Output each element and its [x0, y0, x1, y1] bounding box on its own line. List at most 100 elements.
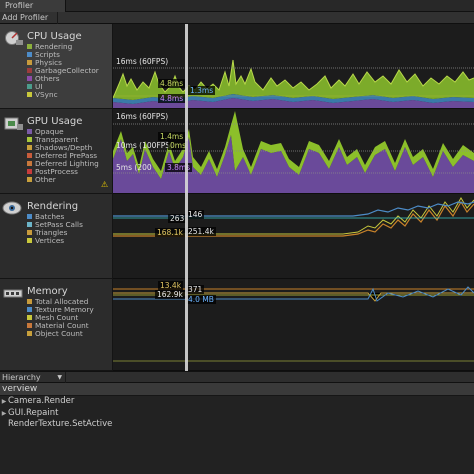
gpu-warning-icon[interactable]: ⚠ — [101, 180, 108, 189]
rendering-tag-vertices: 251.4k — [186, 227, 216, 236]
cpu-usage-graph[interactable]: 16ms (60FPS) 4.8ms 1.3ms 4.8ms — [113, 24, 474, 109]
cpu-usage-title: CPU Usage — [27, 31, 82, 42]
profiler-tab[interactable]: Profiler — [0, 0, 66, 12]
hierarchy-row[interactable]: ▶ GUI.Repaint — [0, 408, 474, 420]
legend-swatch — [27, 214, 32, 219]
legend-swatch — [27, 76, 32, 81]
legend-swatch — [27, 60, 32, 65]
memory-chip-icon — [3, 289, 23, 298]
legend-swatch — [27, 84, 32, 89]
hierarchy-row[interactable]: RenderTexture.SetActive — [0, 419, 474, 431]
cpu-tag-others: 4.8ms — [158, 94, 186, 103]
memory-legend: Total Allocated Texture Memory Mesh Coun… — [27, 298, 94, 338]
cpu-tag-rendering-text: 4.8ms — [160, 79, 184, 88]
add-profiler-dropdown[interactable]: Add Profiler — [0, 12, 58, 24]
memory-title: Memory — [27, 286, 68, 297]
cpu-gauge-icon — [5, 31, 23, 45]
gpu-tag-opaque: 3.8ms — [165, 163, 193, 172]
gpu-usage-module[interactable]: GPU Usage Opaque Transparent Shadows/Dep… — [0, 109, 113, 194]
legend-item-object-count[interactable]: Object Count — [27, 330, 94, 338]
memory-tag-texture-memory-text: 4.0 MB — [188, 295, 214, 304]
legend-swatch — [27, 68, 32, 73]
legend-swatch — [27, 161, 32, 166]
cpu-tag-scripts-text: 1.3ms — [190, 86, 214, 95]
rendering-legend: Batches SetPass Calls Triangles Vertices — [27, 213, 83, 245]
legend-swatch — [27, 299, 32, 304]
memory-tag-material-count-text: 371 — [188, 285, 203, 294]
legend-swatch — [27, 307, 32, 312]
hierarchy-row-label: Camera.Render — [8, 396, 75, 406]
rendering-eye-icon — [2, 201, 22, 215]
gpu-tag-transparent-text: 1.4ms — [160, 132, 184, 141]
cpu-legend: Rendering Scripts Physics GarbageCollect… — [27, 43, 99, 99]
expand-arrow-icon[interactable]: ▶ — [0, 396, 8, 408]
rendering-tag-triangles: 168.1k — [155, 228, 185, 237]
legend-swatch — [27, 222, 32, 227]
profiler-tab-label: Profiler — [5, 1, 34, 10]
frame-selection-cursor[interactable] — [185, 24, 188, 371]
cpu-usage-module[interactable]: CPU Usage Rendering Scripts Physics Garb… — [0, 24, 113, 109]
legend-swatch — [27, 145, 32, 150]
cpu-tag-scripts: 1.3ms — [188, 86, 216, 95]
legend-swatch — [27, 52, 32, 57]
legend-swatch — [27, 44, 32, 49]
memory-tag-total-allocated-text: 162.9k — [157, 290, 183, 299]
legend-swatch — [27, 238, 32, 243]
hierarchy-view-label: Hierarchy — [2, 373, 41, 382]
profiler-toolbar: Add Profiler — [0, 12, 474, 24]
gpu-usage-graph[interactable]: 16ms (60FPS) 10ms (100FPS) 5ms (200 1.4m… — [113, 109, 474, 194]
legend-swatch — [27, 129, 32, 134]
legend-swatch — [27, 315, 32, 320]
window-tab-bar: Profiler — [0, 0, 474, 12]
hierarchy-row-label: RenderTexture.SetActive — [8, 419, 113, 429]
rendering-tag-setpass: 146 — [186, 210, 205, 219]
rendering-tag-batches-text: 263 — [170, 214, 185, 223]
legend-swatch — [27, 323, 32, 328]
legend-swatch — [27, 137, 32, 142]
legend-swatch — [27, 92, 32, 97]
gpu-legend: Opaque Transparent Shadows/Depth Deferre… — [27, 128, 99, 184]
gpu-60fps-label: 16ms (60FPS) — [116, 112, 169, 121]
legend-label: Object Count — [35, 329, 83, 338]
overview-header-label: verview — [2, 384, 38, 394]
legend-label: Vertices — [35, 236, 65, 245]
rendering-tag-triangles-text: 168.1k — [157, 228, 183, 237]
memory-module[interactable]: Memory Total Allocated Texture Memory Me… — [0, 279, 113, 371]
gpu-200fps-label: 5ms (200 — [116, 163, 152, 172]
rendering-tag-setpass-text: 146 — [188, 210, 203, 219]
overview-column-header[interactable]: verview — [0, 383, 474, 396]
memory-tag-texture-memory: 4.0 MB — [186, 295, 216, 304]
hierarchy-toolbar: Hierarchy ▼ — [0, 371, 474, 383]
gpu-tag-zero-text: 0ms — [170, 141, 186, 150]
gpu-graph-plot — [113, 111, 474, 193]
rendering-module[interactable]: Rendering Batches SetPass Calls Triangle… — [0, 194, 113, 279]
hierarchy-row-label: GUI.Repaint — [8, 407, 59, 418]
memory-tag-material-count: 371 — [186, 285, 205, 294]
add-profiler-label: Add Profiler — [2, 13, 49, 22]
legend-label: VSync — [35, 90, 58, 99]
legend-swatch — [27, 169, 32, 174]
memory-graph[interactable]: 13.4k 371 162.9k 4.0 MB — [113, 279, 474, 371]
legend-swatch — [27, 331, 32, 336]
hierarchy-row[interactable]: ▶ Camera.Render — [0, 396, 474, 408]
gpu-usage-title: GPU Usage — [27, 116, 83, 127]
memory-tag-object-count: 13.4k — [158, 281, 184, 290]
memory-tag-total-allocated: 162.9k — [155, 290, 185, 299]
hierarchy-view-dropdown[interactable]: Hierarchy ▼ — [0, 372, 66, 383]
legend-swatch — [27, 177, 32, 182]
gpu-tag-transparent: 1.4ms — [158, 132, 186, 141]
cpu-60fps-label: 16ms (60FPS) — [116, 57, 169, 66]
rendering-graph[interactable]: 263 146 168.1k 251.4k — [113, 194, 474, 279]
rendering-title: Rendering — [27, 201, 79, 212]
gpu-100fps-label: 10ms (100FPS) — [116, 141, 173, 150]
legend-item-vertices[interactable]: Vertices — [27, 237, 83, 245]
rendering-tag-vertices-text: 251.4k — [188, 227, 214, 236]
legend-swatch — [27, 230, 32, 235]
legend-swatch — [27, 153, 32, 158]
memory-tag-object-count-text: 13.4k — [160, 281, 182, 290]
legend-item-vsync[interactable]: VSync — [27, 91, 99, 99]
legend-item-other[interactable]: Other — [27, 176, 99, 184]
rendering-tag-batches: 263 — [168, 214, 187, 223]
cpu-tag-others-text: 4.8ms — [160, 94, 184, 103]
expand-arrow-icon[interactable]: ▶ — [0, 408, 8, 420]
